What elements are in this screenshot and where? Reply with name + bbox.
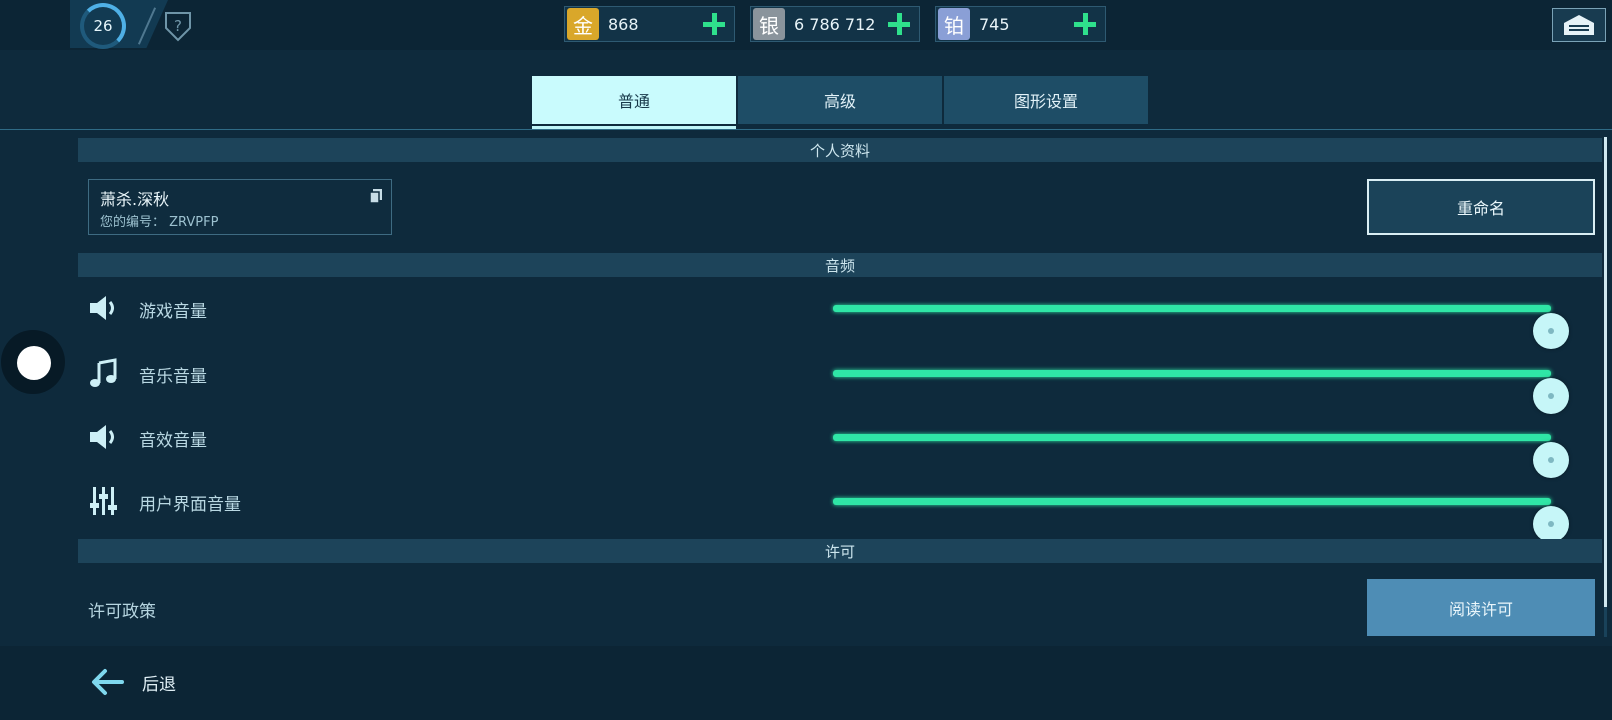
tab-advanced[interactable]: 高级 (738, 76, 942, 124)
silver-amount: 6 786 712 (794, 14, 876, 34)
read-license-button[interactable]: 阅读许可 (1367, 579, 1595, 636)
copy-icon[interactable] (369, 188, 383, 204)
platinum-icon: 铂 (938, 8, 970, 40)
tab-graphics[interactable]: 图形设置 (944, 76, 1148, 124)
sfx-volume-knob[interactable] (1533, 442, 1569, 478)
sfx-volume-row: 音效音量 (78, 412, 1602, 478)
player-id: 您的编号： ZRVPFP (100, 215, 219, 230)
back-label: 后退 (142, 674, 176, 695)
tab-general[interactable]: 普通 (532, 76, 736, 124)
player-name: 萧杀.深秋 (100, 190, 170, 209)
ui-volume-row: 用户界面音量 (78, 476, 1602, 542)
bottom-bar: 后退 (0, 646, 1612, 720)
sfx-volume-slider[interactable] (833, 434, 1569, 478)
back-arrow-icon (92, 669, 124, 695)
license-policy-label: 许可政策 (88, 602, 156, 622)
top-bar: 26 ? 金 868 银 6 786 712 铂 745 (0, 0, 1612, 50)
music-volume-label: 音乐音量 (139, 367, 207, 387)
platinum-amount: 745 (979, 14, 1010, 34)
profile-card: 萧杀.深秋 您的编号： ZRVPFP (88, 179, 392, 235)
add-platinum-button[interactable] (1071, 10, 1099, 38)
platinum-currency: 铂 745 (935, 6, 1106, 42)
scrollbar-thumb[interactable] (1604, 137, 1607, 607)
rename-button[interactable]: 重命名 (1367, 179, 1595, 235)
floating-assistive-button[interactable] (1, 330, 65, 394)
sfx-volume-label: 音效音量 (139, 431, 207, 451)
add-silver-button[interactable] (885, 10, 913, 38)
music-note-icon (90, 358, 117, 387)
tabs-divider (0, 129, 1612, 130)
svg-text:?: ? (174, 17, 182, 35)
player-level-badge[interactable]: 26 (80, 3, 126, 49)
silver-currency: 银 6 786 712 (750, 6, 920, 42)
ui-volume-label: 用户界面音量 (139, 495, 241, 515)
profile-section-header: 个人资料 (78, 138, 1602, 162)
back-button[interactable]: 后退 (90, 662, 176, 702)
garage-button[interactable] (1552, 8, 1606, 42)
speaker-icon (90, 425, 114, 449)
help-shield-icon[interactable]: ? (164, 10, 192, 42)
ui-volume-knob[interactable] (1533, 506, 1569, 542)
music-volume-row: 音乐音量 (78, 348, 1602, 414)
game-volume-row: 游戏音量 (78, 283, 1602, 349)
game-volume-slider[interactable] (833, 305, 1569, 349)
gold-amount: 868 (608, 14, 639, 34)
license-section-header: 许可 (78, 539, 1602, 563)
content-scrollbar[interactable] (1604, 137, 1607, 637)
garage-icon (1564, 15, 1594, 35)
equalizer-icon (90, 487, 117, 515)
settings-content: 个人资料 萧杀.深秋 您的编号： ZRVPFP 重命名 音频 游戏音量 音乐音量 (78, 138, 1602, 644)
silver-icon: 银 (753, 8, 785, 40)
music-volume-slider[interactable] (833, 370, 1569, 414)
add-gold-button[interactable] (700, 10, 728, 38)
gold-icon: 金 (567, 8, 599, 40)
ui-volume-slider[interactable] (833, 498, 1569, 542)
speaker-icon (90, 296, 114, 320)
audio-section-header: 音频 (78, 253, 1602, 277)
settings-tabs: 普通 高级 图形设置 (532, 76, 1150, 126)
game-volume-label: 游戏音量 (139, 302, 207, 322)
game-volume-knob[interactable] (1533, 313, 1569, 349)
gold-currency: 金 868 (564, 6, 735, 42)
music-volume-knob[interactable] (1533, 378, 1569, 414)
player-level: 26 (93, 17, 113, 35)
